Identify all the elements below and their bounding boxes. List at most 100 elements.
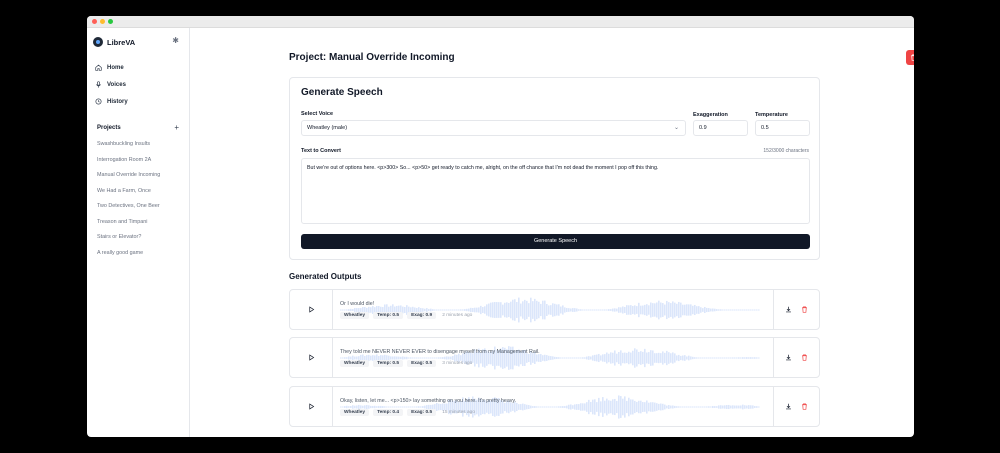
waveform-bar bbox=[618, 351, 620, 365]
trash-icon[interactable] bbox=[801, 354, 808, 361]
waveform-bar bbox=[416, 406, 418, 408]
generate-speech-button[interactable]: Generate Speech bbox=[301, 234, 810, 249]
waveform-bar bbox=[534, 406, 536, 408]
waveform-bar bbox=[732, 405, 734, 409]
waveform-bar bbox=[682, 304, 684, 316]
waveform-bar bbox=[548, 355, 550, 361]
waveform-bar bbox=[738, 405, 740, 409]
waveform-bar bbox=[622, 398, 624, 416]
waveform-bar bbox=[542, 406, 544, 408]
waveform-bar bbox=[696, 406, 698, 408]
output-meta: Wheatley Temp: 0.5 Exag: 0.9 2 minutes a… bbox=[340, 312, 472, 319]
project-item[interactable]: We Had a Farm, Once bbox=[97, 186, 183, 202]
waveform-bar bbox=[646, 400, 648, 414]
waveform-bar bbox=[348, 406, 350, 408]
project-item[interactable]: Stairs or Elevator? bbox=[97, 232, 183, 248]
waveform-bar bbox=[436, 309, 438, 311]
waveform-bar bbox=[698, 406, 700, 408]
waveform-bar bbox=[444, 356, 446, 360]
waveform-bar bbox=[664, 404, 666, 410]
waveform-bar bbox=[692, 406, 694, 408]
trash-icon[interactable] bbox=[801, 403, 808, 410]
waveform-bar bbox=[394, 406, 396, 408]
waveform-bar bbox=[630, 399, 632, 415]
waveform-bar bbox=[656, 403, 658, 411]
exaggeration-input[interactable]: 0.9 bbox=[693, 120, 748, 136]
waveform-bar bbox=[618, 307, 620, 313]
waveform-bar bbox=[528, 303, 530, 317]
waveform-bar bbox=[708, 308, 710, 312]
nav-item-history[interactable]: History bbox=[93, 97, 183, 106]
brand[interactable]: LibreVA bbox=[93, 35, 183, 49]
waveform-bar bbox=[718, 405, 720, 409]
nav-item-label: Voices bbox=[107, 81, 126, 88]
waveform-bar bbox=[580, 403, 582, 411]
play-button[interactable] bbox=[290, 387, 333, 426]
temperature-input[interactable]: 0.5 bbox=[755, 120, 810, 136]
project-item[interactable]: Treason and Timpani bbox=[97, 217, 183, 233]
waveform-bar bbox=[350, 308, 352, 312]
download-icon[interactable] bbox=[785, 354, 792, 361]
project-item[interactable]: Swashbuckling Insults bbox=[97, 139, 183, 155]
waveform-bar bbox=[552, 356, 554, 360]
nav-item-voices[interactable]: Voices bbox=[93, 80, 183, 89]
text-to-convert-field[interactable]: But we're out of options here. <p>300> S… bbox=[301, 158, 810, 224]
waveform-bar bbox=[738, 309, 740, 311]
waveform-bar bbox=[612, 352, 614, 364]
waveform-bar bbox=[714, 357, 716, 359]
close-window-button[interactable] bbox=[92, 19, 97, 24]
waveform-bar bbox=[578, 309, 580, 311]
waveform-bar bbox=[728, 357, 730, 359]
waveform-bar bbox=[568, 308, 570, 312]
download-icon[interactable] bbox=[785, 403, 792, 410]
nav-item-home[interactable]: Home bbox=[93, 63, 183, 72]
waveform-bar bbox=[688, 304, 690, 316]
voice-select[interactable]: Wheatley (male) ⌄ bbox=[301, 120, 686, 136]
trash-icon[interactable] bbox=[801, 306, 808, 313]
waveform-bar bbox=[718, 357, 720, 359]
project-item[interactable]: Manual Override Incoming bbox=[97, 170, 183, 186]
waveform-bar bbox=[554, 406, 556, 408]
waveform-bar bbox=[740, 405, 742, 409]
generate-speech-card: Generate Speech Select Voice Wheatley (m… bbox=[289, 77, 820, 260]
waveform-bar bbox=[600, 309, 602, 311]
play-button[interactable] bbox=[290, 290, 333, 329]
settings-icon[interactable]: ✱ bbox=[172, 36, 179, 45]
play-icon bbox=[308, 306, 314, 313]
waveform-bar bbox=[440, 357, 442, 359]
project-item[interactable]: A really good game bbox=[97, 248, 183, 264]
download-icon[interactable] bbox=[785, 306, 792, 313]
minimize-window-button[interactable] bbox=[100, 19, 105, 24]
waveform-bar bbox=[606, 398, 608, 416]
output-meta: Wheatley Temp: 0.5 Exag: 0.5 3 minutes a… bbox=[340, 360, 472, 367]
project-item[interactable]: Two Detectives, One Beer bbox=[97, 201, 183, 217]
waveform-bar bbox=[658, 352, 660, 364]
waveform-bar bbox=[750, 357, 752, 359]
waveform-bar bbox=[446, 309, 448, 311]
play-button[interactable] bbox=[290, 338, 333, 377]
waveform-bar bbox=[538, 354, 540, 362]
waveform-bar bbox=[440, 309, 442, 311]
waveform-bar bbox=[592, 399, 594, 415]
add-project-icon[interactable]: + bbox=[174, 123, 179, 132]
waveform-bar bbox=[730, 405, 732, 409]
delete-project-button[interactable] bbox=[906, 50, 914, 65]
waveform-bar bbox=[480, 305, 482, 315]
project-item[interactable]: Interrogation Room 2A bbox=[97, 155, 183, 171]
waveform-bar bbox=[642, 351, 644, 365]
waveform-bar bbox=[704, 357, 706, 359]
waveform-bar bbox=[524, 299, 526, 321]
waveform-bar bbox=[420, 357, 422, 359]
waveform-bar bbox=[442, 357, 444, 359]
waveform-bar bbox=[714, 308, 716, 312]
maximize-window-button[interactable] bbox=[108, 19, 113, 24]
waveform-bar bbox=[562, 406, 564, 408]
waveform-bar bbox=[660, 302, 662, 318]
waveform-bar bbox=[512, 299, 514, 321]
waveform[interactable] bbox=[340, 296, 760, 324]
waveform-bar bbox=[674, 405, 676, 409]
waveform-bar bbox=[634, 400, 636, 414]
waveform-bar bbox=[424, 308, 426, 312]
temperature-label: Temperature bbox=[755, 112, 788, 118]
waveform-bar bbox=[526, 300, 528, 320]
